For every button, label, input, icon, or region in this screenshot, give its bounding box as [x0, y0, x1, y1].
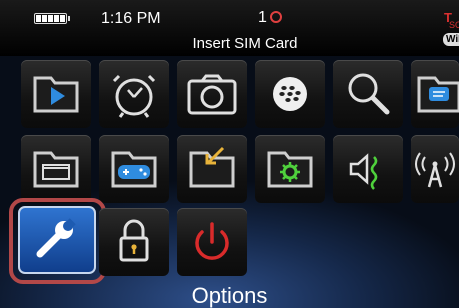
- status-bar: 1:16 PM 1 Insert SIM Card T SOS WiFi: [0, 0, 459, 56]
- clock: 1:16 PM: [101, 10, 161, 27]
- messages-icon[interactable]: [411, 60, 459, 128]
- battery-icon: [34, 13, 70, 24]
- network-message: Insert SIM Card: [192, 35, 298, 52]
- search-icon[interactable]: [333, 60, 403, 128]
- alarm-indicator-icon: [269, 11, 282, 23]
- home-screen: 1:16 PM 1 Insert SIM Card T SOS WiFi: [0, 0, 459, 308]
- alarm-icon[interactable]: [99, 60, 169, 128]
- browser-icon[interactable]: [21, 135, 91, 203]
- sounds-icon[interactable]: [333, 135, 403, 203]
- options-icon[interactable]: [18, 206, 96, 274]
- selected-app-label: Options: [191, 283, 268, 308]
- media-icon[interactable]: [21, 60, 91, 128]
- sos-indicator: SOS: [449, 20, 459, 30]
- games-icon[interactable]: [99, 135, 169, 203]
- notification-count: 1: [258, 9, 267, 26]
- downloads-icon[interactable]: [177, 135, 247, 203]
- notification-indicator[interactable]: 1: [258, 9, 282, 27]
- applications-icon[interactable]: [255, 135, 325, 203]
- blackberry-messenger-icon[interactable]: [255, 60, 325, 128]
- power-icon[interactable]: [177, 208, 247, 276]
- camera-icon[interactable]: [177, 60, 247, 128]
- lock-icon[interactable]: [99, 208, 169, 276]
- manage-connections-icon[interactable]: [411, 135, 459, 203]
- wifi-indicator[interactable]: WiFi: [443, 33, 459, 46]
